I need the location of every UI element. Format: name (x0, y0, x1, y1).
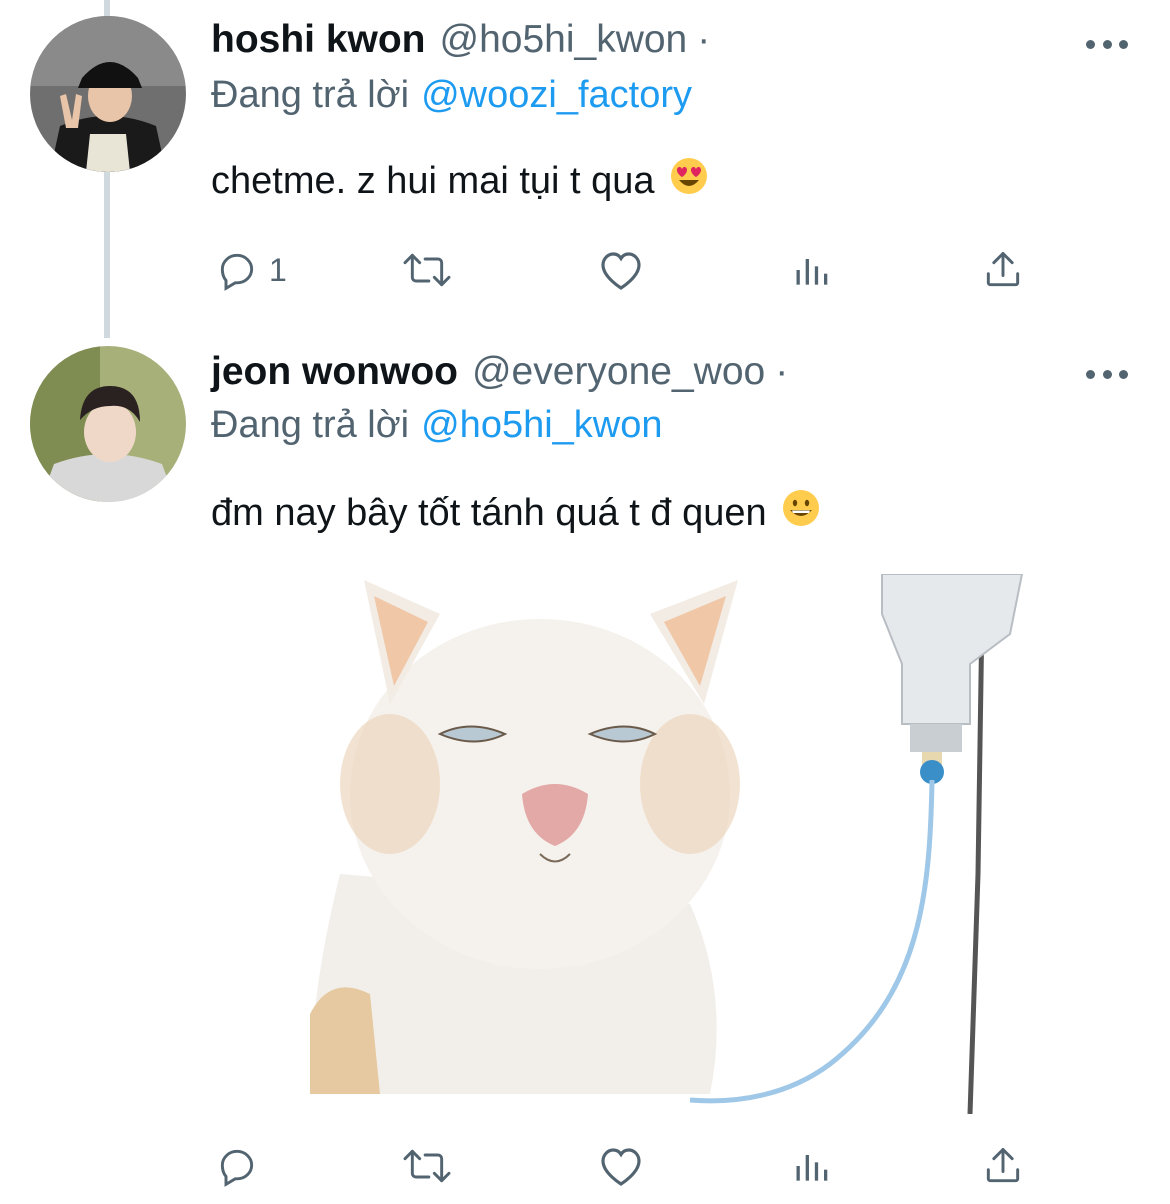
share-button[interactable] (981, 240, 1025, 300)
tweet-text-content: chetme. z hui mai tụi t qua (211, 159, 655, 202)
user-handle[interactable]: @everyone_woo (472, 350, 765, 394)
share-button[interactable] (981, 1136, 1025, 1196)
grinning-emoji-icon (781, 488, 821, 538)
tweet-text: đm nay bây tốt tánh quá t đ quen (211, 488, 821, 538)
retweet-button[interactable] (399, 240, 455, 300)
more-icon[interactable] (1086, 34, 1128, 54)
like-icon (597, 1144, 645, 1188)
tweet-text-content: đm nay bây tốt tánh quá t đ quen (211, 491, 767, 534)
user-handle[interactable]: @ho5hi_kwon (440, 18, 688, 62)
replying-to-mention[interactable]: @ho5hi_kwon (421, 404, 662, 446)
views-button[interactable] (791, 240, 835, 300)
tweet-jeon-wonwoo[interactable]: jeon wonwoo @everyone_woo · Đang trả lời… (0, 330, 1170, 1204)
views-icon (791, 248, 835, 292)
replying-to-label: Đang trả lời (211, 404, 410, 446)
replying-to-mention[interactable]: @woozi_factory (421, 74, 692, 116)
tweet-header: hoshi kwon @ho5hi_kwon · (211, 18, 710, 68)
reply-count: 1 (269, 251, 287, 288)
like-button[interactable] (597, 240, 645, 300)
replying-to: Đang trả lời @woozi_factory (211, 74, 692, 124)
replying-to-label: Đang trả lời (211, 74, 410, 116)
more-icon[interactable] (1086, 364, 1128, 384)
reply-button[interactable]: 1 (215, 240, 287, 300)
share-icon (981, 1144, 1025, 1188)
tweet-actions (211, 1136, 1071, 1196)
avatar[interactable] (30, 346, 186, 502)
tweet-hoshi-kwon[interactable]: hoshi kwon @ho5hi_kwon · Đang trả lời @wo… (0, 0, 1170, 330)
tweet-header: jeon wonwoo @everyone_woo · (211, 350, 788, 400)
retweet-icon (399, 1144, 455, 1188)
heart-eyes-emoji-icon (669, 156, 709, 206)
reply-button[interactable] (215, 1136, 269, 1196)
replying-to: Đang trả lời @ho5hi_kwon (211, 404, 663, 454)
separator-dot: · (697, 18, 711, 61)
reply-icon (215, 248, 259, 292)
views-icon (791, 1144, 835, 1188)
tweet-actions: 1 (211, 240, 1071, 300)
reply-icon (215, 1144, 259, 1188)
share-icon (981, 248, 1025, 292)
retweet-icon (399, 248, 455, 292)
cat-iv-drip-image[interactable] (270, 573, 1040, 1115)
like-icon (597, 248, 645, 292)
retweet-button[interactable] (399, 1136, 455, 1196)
display-name[interactable]: hoshi kwon (211, 18, 426, 62)
tweet-text: chetme. z hui mai tụi t qua (211, 156, 709, 206)
views-button[interactable] (791, 1136, 835, 1196)
display-name[interactable]: jeon wonwoo (211, 350, 458, 394)
avatar[interactable] (30, 16, 186, 172)
separator-dot: · (775, 350, 789, 393)
like-button[interactable] (597, 1136, 645, 1196)
